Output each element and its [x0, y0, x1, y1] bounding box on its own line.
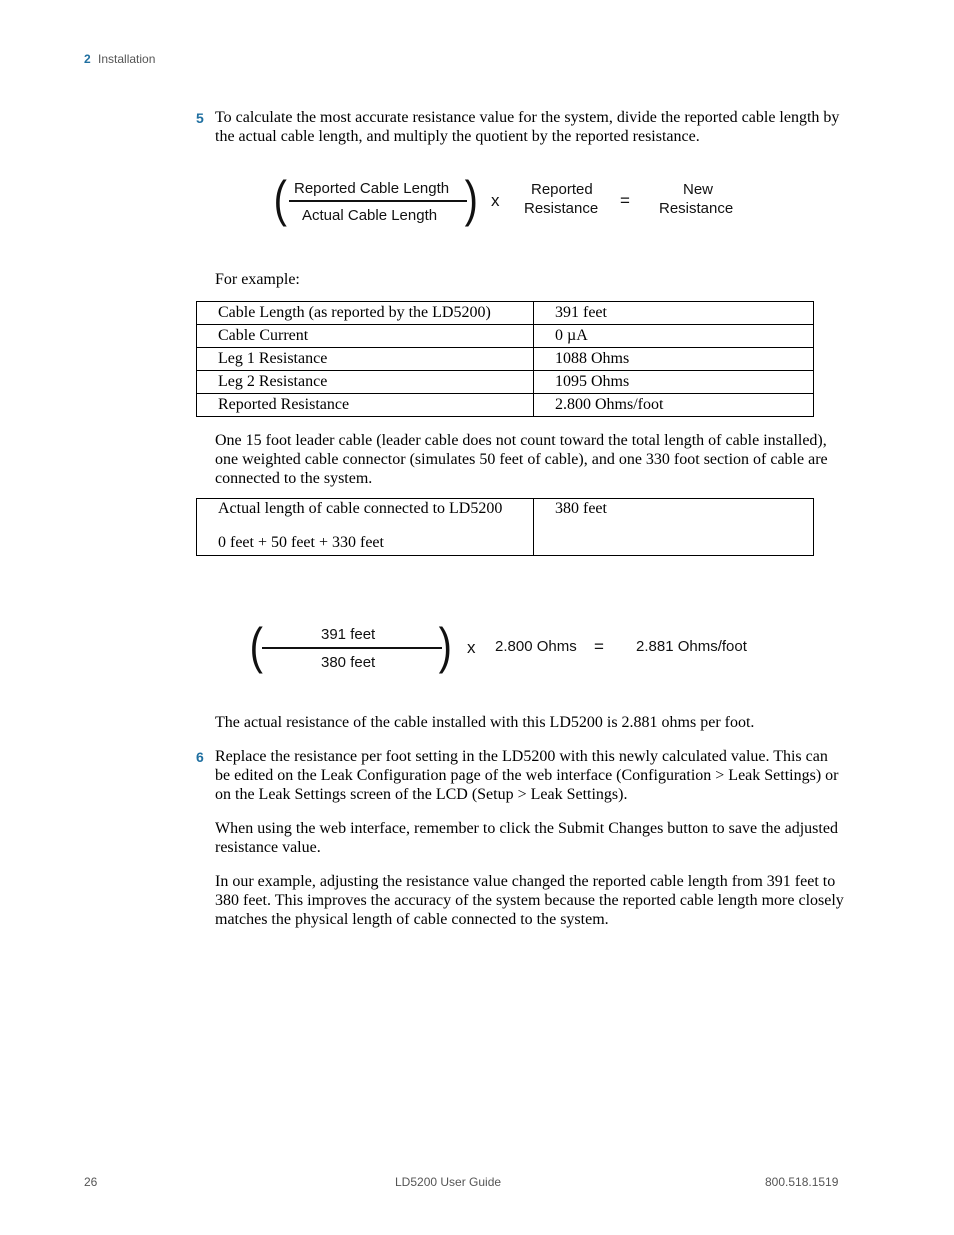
- cable-description: One 15 foot leader cable (leader cable d…: [215, 432, 828, 487]
- result-text: The actual resistance of the cable insta…: [215, 714, 755, 731]
- table-cell-value: 380 feet: [533, 498, 814, 556]
- table-cell-value: 2.800 Ohms/foot: [533, 393, 814, 417]
- step-text: To calculate the most accurate resistanc…: [215, 109, 840, 145]
- table-cell-label: Cable Current: [196, 324, 534, 348]
- multiplier: 2.800 Ohms: [495, 638, 577, 655]
- multiplier-line2: Resistance: [524, 200, 599, 217]
- step-number: 6: [196, 749, 204, 765]
- table-cell-label: Leg 2 Resistance: [196, 370, 534, 394]
- result: 2.881 Ohms/foot: [636, 638, 747, 655]
- table-cell-value: 1095 Ohms: [533, 370, 814, 394]
- table-cell-label: Cable Length (as reported by the LD5200): [196, 301, 534, 325]
- step-text: Replace the resistance per foot setting …: [215, 748, 839, 803]
- right-paren: ): [438, 618, 452, 674]
- chapter-title: Installation: [98, 52, 156, 66]
- formula-denominator: 380 feet: [321, 654, 376, 671]
- table-row: Actual length of cable connected to LD52…: [196, 498, 814, 556]
- left-paren: (: [249, 618, 263, 674]
- fraction-bar: [289, 200, 467, 202]
- left-paren: (: [273, 171, 287, 227]
- step-number: 5: [196, 110, 204, 126]
- right-paren: ): [464, 171, 478, 227]
- equals-sign: =: [594, 637, 604, 656]
- table-row: Leg 2 Resistance 1095 Ohms: [196, 370, 814, 394]
- actual-length-label: Actual length of cable connected to LD52…: [218, 500, 503, 517]
- example-table: Cable Length (as reported by the LD5200)…: [196, 301, 814, 417]
- table-row: Cable Current 0 µA: [196, 324, 814, 348]
- page-number: 26: [84, 1175, 98, 1189]
- table-cell-label: Reported Resistance: [196, 393, 534, 417]
- fraction-bar: [262, 647, 442, 649]
- conclusion: In our example, adjusting the resistance…: [215, 873, 844, 928]
- formula-numerator: 391 feet: [321, 626, 376, 643]
- guide-title: LD5200 User Guide: [395, 1175, 502, 1189]
- multiply-sign: x: [467, 638, 476, 657]
- web-note: When using the web interface, remember t…: [215, 820, 838, 856]
- actual-length-table: Actual length of cable connected to LD52…: [196, 498, 814, 556]
- running-header: 2 Installation: [84, 52, 155, 66]
- formula-numerator: Reported Cable Length: [294, 180, 450, 197]
- table-cell-value: 1088 Ohms: [533, 347, 814, 371]
- step-5: 5 To calculate the most accurate resista…: [196, 108, 846, 146]
- table-row: Leg 1 Resistance 1088 Ohms: [196, 347, 814, 371]
- multiplier-line1: Reported: [531, 181, 593, 198]
- actual-length-sum: 0 feet + 50 feet + 330 feet: [218, 534, 384, 551]
- table-cell-label: Actual length of cable connected to LD52…: [196, 498, 534, 556]
- formula-denominator: Actual Cable Length: [302, 207, 438, 224]
- table-row: Reported Resistance 2.800 Ohms/foot: [196, 393, 814, 417]
- example-label: For example:: [215, 271, 300, 288]
- phone-number: 800.518.1519: [765, 1175, 839, 1189]
- multiply-sign: x: [491, 191, 500, 210]
- result-line2: Resistance: [659, 200, 734, 217]
- chapter-number: 2: [84, 52, 91, 66]
- table-cell-value: 391 feet: [533, 301, 814, 325]
- equals-sign: =: [620, 191, 630, 210]
- result-line1: New: [683, 181, 714, 198]
- table-cell-value: 0 µA: [533, 324, 814, 348]
- table-cell-label: Leg 1 Resistance: [196, 347, 534, 371]
- table-row: Cable Length (as reported by the LD5200)…: [196, 301, 814, 325]
- step-6: 6 Replace the resistance per foot settin…: [196, 747, 846, 804]
